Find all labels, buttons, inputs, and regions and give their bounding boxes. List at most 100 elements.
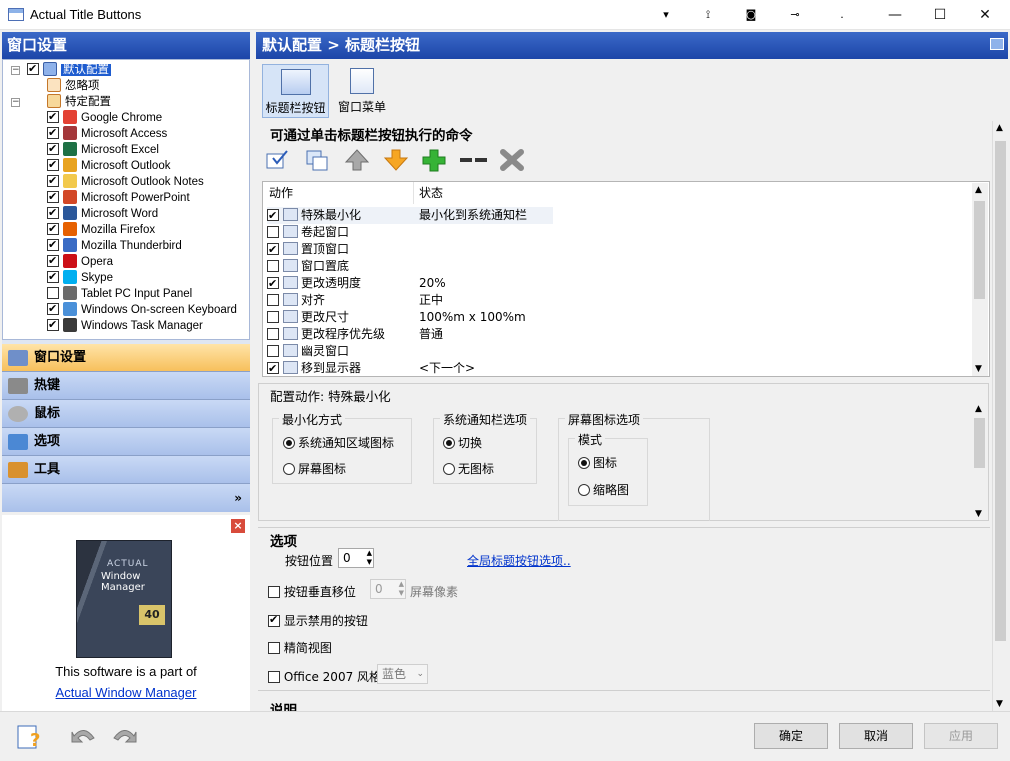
radio-button[interactable] [578, 457, 590, 469]
window-list-icon[interactable] [990, 38, 1004, 50]
command-row[interactable]: 卷起窗口 [267, 224, 967, 241]
nav-hotkeys[interactable]: 热键 [2, 372, 250, 400]
nav-mouse[interactable]: 鼠标 [2, 400, 250, 428]
checkbox[interactable] [268, 642, 280, 654]
tree-collapse-toggle[interactable]: − [11, 66, 20, 75]
spin-arrows-icon[interactable]: ▲ ▼ [367, 549, 372, 567]
move-down-icon[interactable] [383, 148, 409, 172]
command-row[interactable]: 移到显示器 <下一个> [267, 360, 967, 376]
checkbox[interactable] [47, 109, 59, 125]
nav-tools[interactable]: 工具 [2, 456, 250, 484]
scrollbar-thumb[interactable] [974, 418, 985, 468]
checkbox[interactable] [268, 613, 280, 627]
scroll-down-icon[interactable]: ▼ [975, 509, 982, 519]
checkbox[interactable] [47, 269, 59, 285]
checkbox[interactable] [47, 125, 59, 141]
copy-icon[interactable] [305, 148, 331, 172]
redo-icon[interactable] [110, 724, 138, 748]
tree-item-app[interactable]: Windows Task Manager [47, 317, 203, 334]
command-row[interactable]: 更改尺寸 100%m x 100%m [267, 309, 967, 326]
tree-item-app[interactable]: Skype [47, 269, 113, 286]
minimize-button[interactable]: — [872, 0, 918, 30]
checkbox[interactable] [47, 157, 59, 173]
tree-item-app[interactable]: Mozilla Firefox [47, 221, 155, 238]
radio-screen-icon[interactable]: 屏幕图标 [283, 460, 346, 477]
nav-window-settings[interactable]: 窗口设置 [2, 344, 250, 372]
nav-options[interactable]: 选项 [2, 428, 250, 456]
scrollbar-thumb[interactable] [974, 201, 985, 299]
stay-on-top-title-button[interactable]: ⊸ [785, 5, 805, 25]
delete-icon[interactable] [499, 148, 525, 172]
checkbox[interactable] [47, 205, 59, 221]
radio-button[interactable] [443, 437, 455, 449]
checkbox[interactable] [47, 221, 59, 237]
scroll-down-icon[interactable]: ▼ [975, 364, 982, 374]
help-icon[interactable]: ? [16, 722, 44, 751]
checkbox[interactable] [47, 173, 59, 189]
checkbox[interactable] [47, 317, 59, 333]
product-link[interactable]: Actual Window Manager [2, 685, 250, 700]
ok-button[interactable]: 确定 [754, 723, 828, 749]
scroll-down-icon[interactable]: ▼ [996, 699, 1003, 709]
add-icon[interactable] [421, 148, 447, 172]
command-row[interactable]: 特殊最小化 最小化到系统通知栏 [267, 207, 553, 224]
checkbox[interactable] [47, 253, 59, 269]
office-color-select[interactable]: 蓝色 ⌄ [377, 664, 428, 684]
checkbox[interactable] [267, 294, 279, 306]
cancel-button[interactable]: 取消 [839, 723, 913, 749]
radio-toggle[interactable]: 切换 [443, 434, 482, 451]
vertical-offset-stepper[interactable]: 0 ▲ ▼ [370, 579, 406, 599]
checkbox[interactable] [47, 301, 59, 317]
commands-list[interactable]: 动作 状态 特殊最小化 最小化到系统通知栏卷起窗口置顶窗口窗口置底更改透明度 20%… [262, 181, 990, 377]
check-all-icon[interactable] [265, 148, 291, 172]
command-row[interactable]: 幽灵窗口 [267, 343, 967, 360]
radio-button[interactable] [578, 484, 590, 496]
command-row[interactable]: 更改程序优先级 普通 [267, 326, 967, 343]
tree-item-app[interactable]: Microsoft Outlook [47, 157, 170, 174]
show-disabled-option[interactable]: 显示禁用的按钮 [268, 612, 368, 629]
tab-window-menu[interactable]: 窗口菜单 [334, 64, 390, 118]
checkbox[interactable] [267, 328, 279, 340]
column-header-action[interactable]: 动作 [269, 182, 293, 204]
radio-button[interactable] [283, 437, 295, 449]
global-title-buttons-options-link[interactable]: 全局标题按钮选项.. [467, 552, 571, 569]
transparency-title-button[interactable]: . [832, 5, 852, 25]
tree-item-app[interactable]: Microsoft Word [47, 205, 158, 222]
column-header-state[interactable]: 状态 [419, 182, 443, 204]
nav-more-chevron-icon[interactable]: » [2, 484, 250, 512]
checkbox[interactable] [47, 141, 59, 157]
close-icon[interactable]: × [231, 519, 245, 533]
pin-title-button[interactable]: ⟟ [698, 5, 718, 25]
tree-item-app[interactable]: Mozilla Thunderbird [47, 237, 182, 254]
command-row[interactable]: 对齐 正中 [267, 292, 967, 309]
tree-item-app[interactable]: Microsoft PowerPoint [47, 189, 190, 206]
checkbox[interactable] [267, 241, 279, 258]
checkbox[interactable] [47, 237, 59, 253]
scrollbar-thumb[interactable] [995, 141, 1006, 641]
checkbox[interactable] [27, 61, 39, 77]
checkbox[interactable] [267, 360, 279, 376]
checkbox[interactable] [268, 586, 280, 598]
spin-arrows-icon[interactable]: ▲ ▼ [399, 580, 404, 598]
tree-item-app[interactable]: Tablet PC Input Panel [47, 286, 192, 302]
commands-list-scrollbar[interactable]: ▲ ▼ [972, 183, 988, 376]
tree-item-app[interactable]: Microsoft Access [47, 125, 167, 142]
close-button[interactable]: ✕ [962, 0, 1008, 30]
undo-icon[interactable] [70, 724, 98, 748]
tree-item-ignored[interactable]: 忽略项 [43, 78, 100, 94]
move-up-icon[interactable] [344, 148, 370, 172]
tab-title-buttons[interactable]: 标题栏按钮 [262, 64, 329, 118]
config-tree[interactable]: − 默认配置 忽略项 − 特定配置 Google Chrome Microsoft… [2, 59, 250, 340]
scroll-up-icon[interactable]: ▲ [996, 123, 1003, 133]
tree-collapse-toggle[interactable]: − [11, 98, 20, 107]
rollup-title-button[interactable]: ▾ [656, 5, 676, 25]
scroll-up-icon[interactable]: ▲ [975, 404, 982, 414]
maximize-button[interactable]: ☐ [917, 0, 963, 30]
office-style-option[interactable]: Office 2007 风格 [268, 668, 381, 685]
radio-thumbnail-mode[interactable]: 缩略图 [578, 481, 629, 498]
radio-button[interactable] [283, 463, 295, 475]
radio-no-icon[interactable]: 无图标 [443, 460, 494, 477]
minimize-to-tray-title-button[interactable]: ◙ [741, 5, 761, 25]
tree-item-default[interactable]: 默认配置 [27, 61, 111, 78]
radio-icon-mode[interactable]: 图标 [578, 454, 617, 471]
